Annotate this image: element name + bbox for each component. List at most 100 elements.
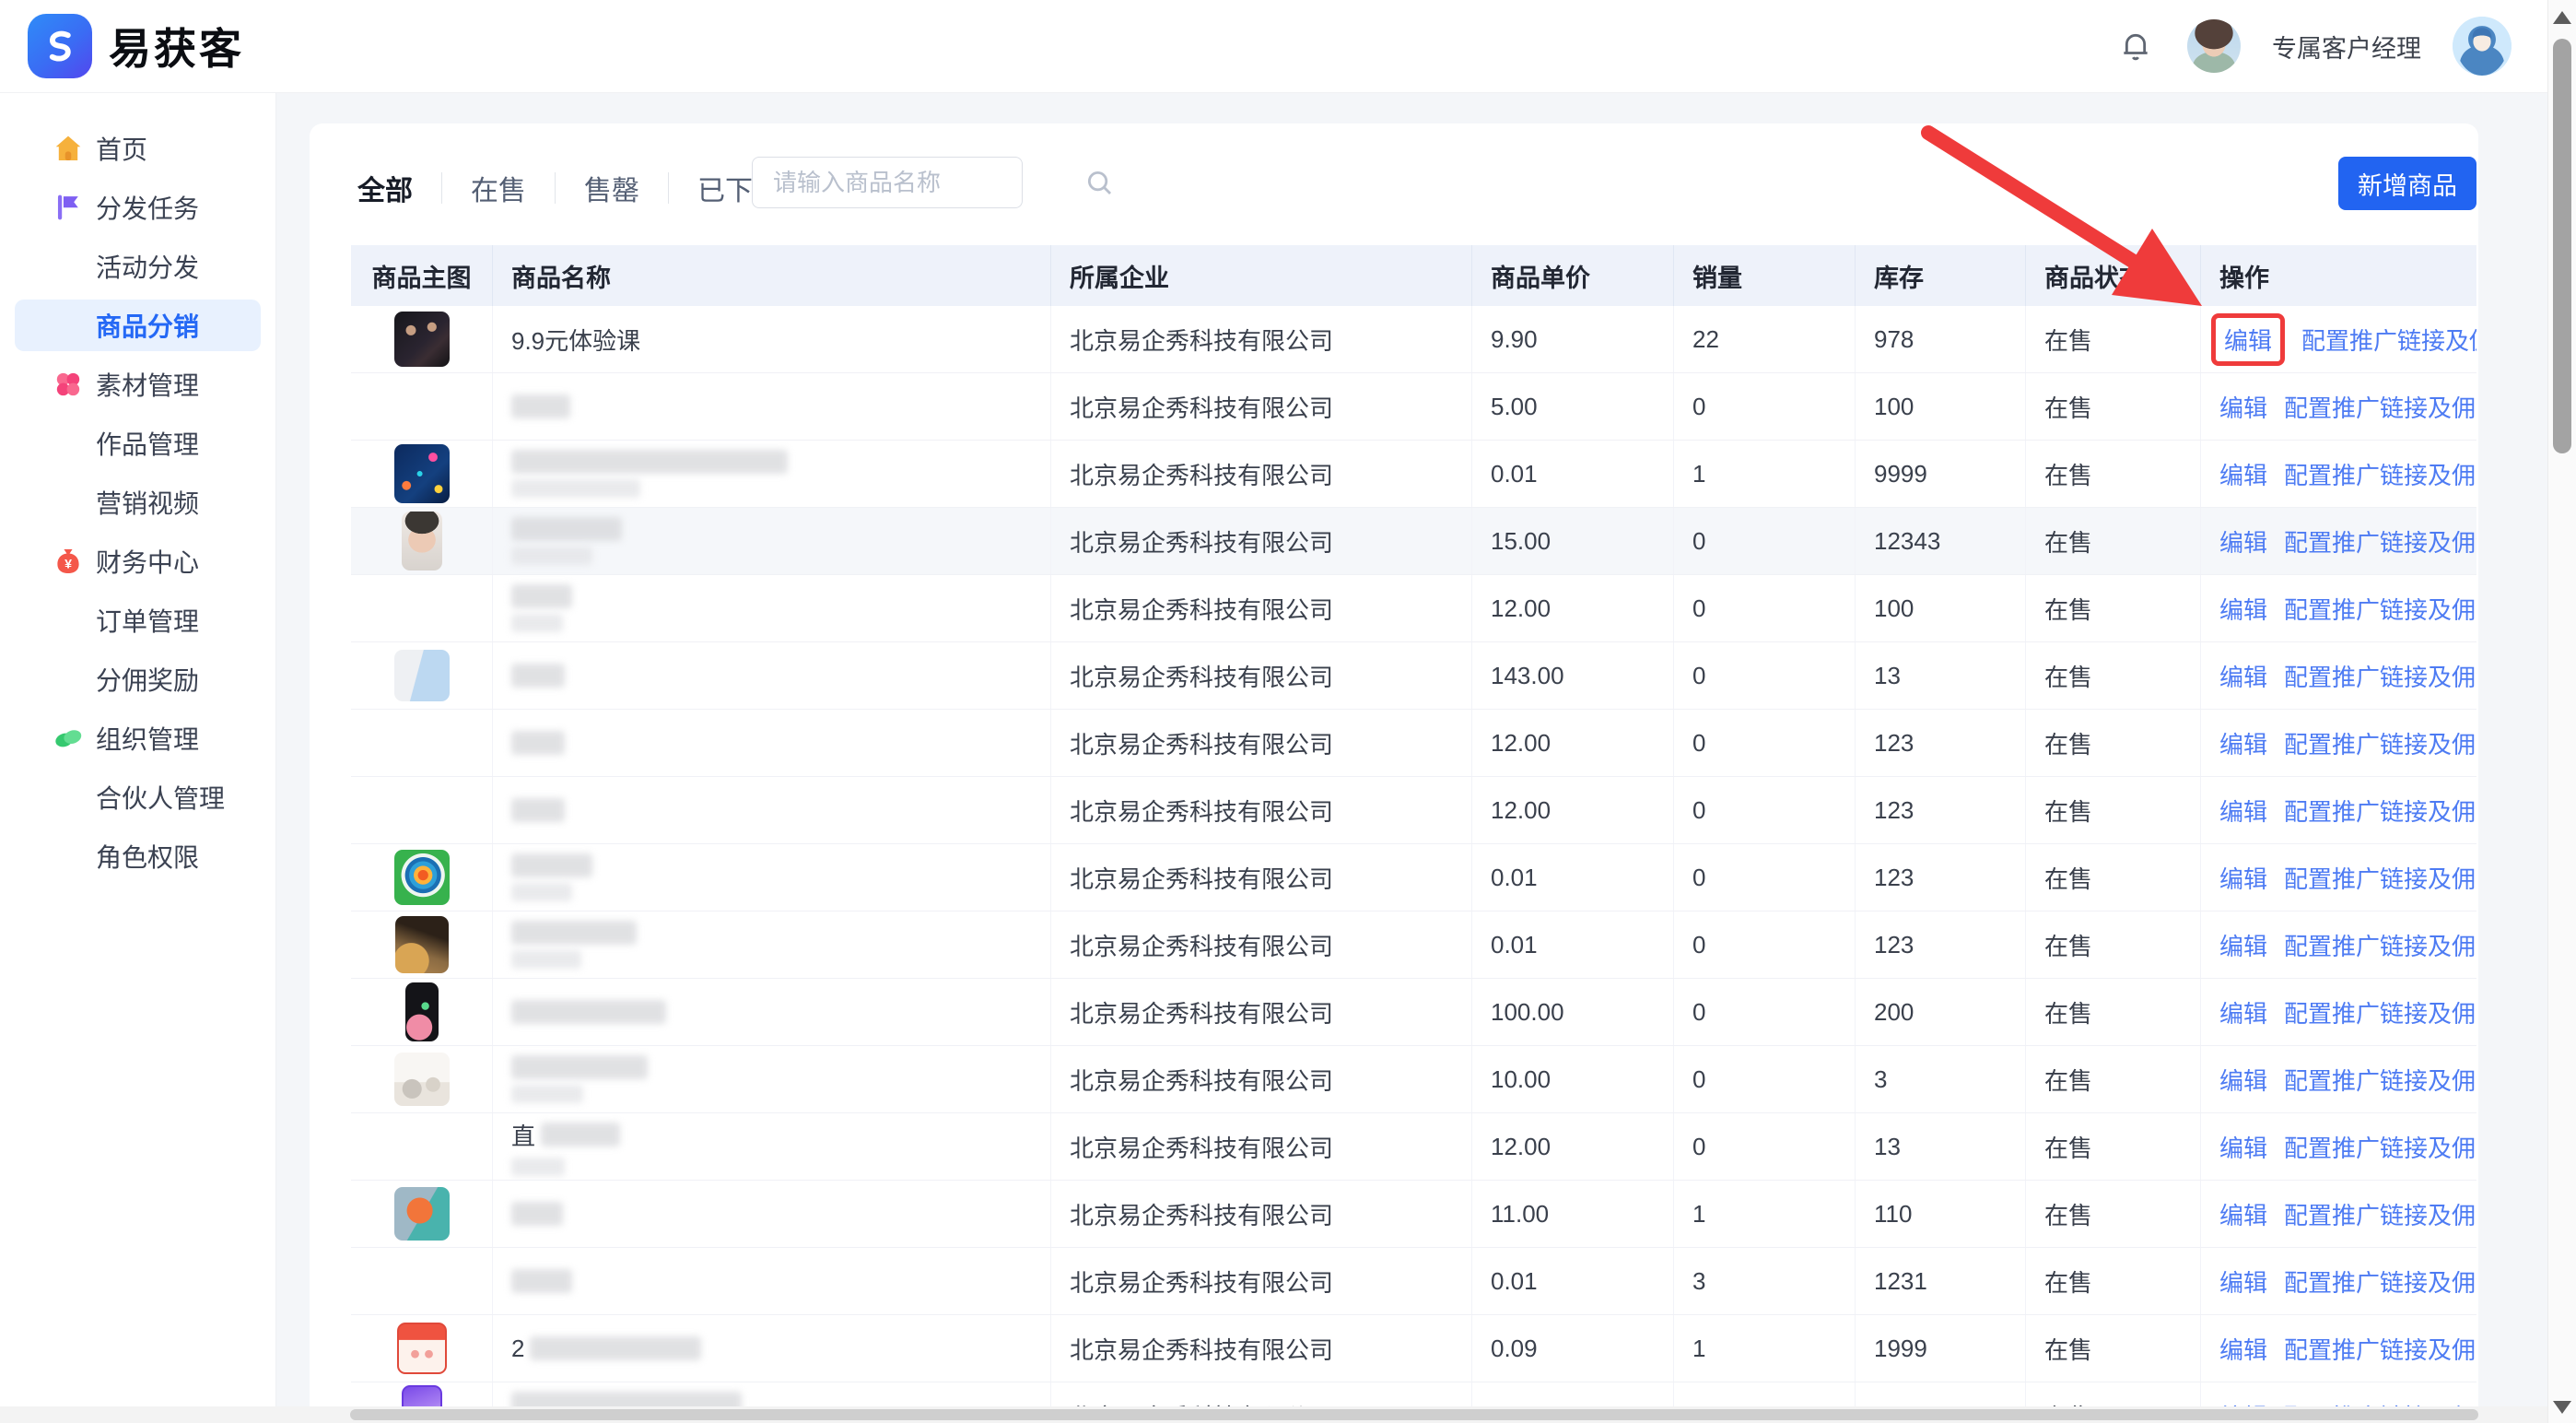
thumbnail-cell [351, 508, 493, 574]
edit-link[interactable]: 编辑 [2219, 1063, 2267, 1097]
configure-promotion-link[interactable]: 配置推广链接及佣金 [2301, 323, 2476, 357]
annotation-highlight-box: 编辑 [2211, 313, 2285, 366]
sidebar-item-role-permission[interactable]: 角色权限 [0, 827, 275, 886]
tab-all[interactable]: 全部 [357, 168, 413, 208]
tab-sold-out[interactable]: 售罄 [584, 168, 639, 208]
scroll-down-arrow-icon[interactable] [2553, 1401, 2571, 1414]
sidebar-item-marketing-video[interactable]: 营销视频 [0, 473, 275, 532]
company-cell: 北京易企秀科技有限公司 [1051, 1046, 1472, 1112]
sidebar-item-material-management[interactable]: 素材管理 [0, 355, 275, 414]
configure-promotion-link[interactable]: 配置推广链接及佣金 [2284, 1130, 2476, 1164]
configure-promotion-link[interactable]: 配置推广链接及佣金 [2284, 861, 2476, 895]
price-cell: 143.00 [1472, 642, 1674, 709]
notification-bell-icon[interactable] [2115, 26, 2156, 66]
product-name-cell [493, 1181, 1051, 1247]
thumbnail-cell [351, 1248, 493, 1314]
sidebar-item-home[interactable]: 首页 [0, 119, 275, 178]
home-icon [52, 132, 85, 165]
search-input[interactable] [771, 168, 1083, 198]
table-row: 9.9元体验课北京易企秀科技有限公司9.9022978在售编辑配置推广链接及佣金 [351, 306, 2476, 373]
edit-link[interactable]: 编辑 [2219, 1130, 2267, 1164]
configure-promotion-link[interactable]: 配置推广链接及佣金 [2284, 524, 2476, 559]
status-tabs: 全部在售售罄已下架 [357, 168, 780, 208]
redacted-text [511, 921, 637, 945]
sidebar-item-finance-center[interactable]: ¥财务中心 [0, 532, 275, 591]
scroll-up-arrow-icon[interactable] [2553, 11, 2571, 24]
edit-link[interactable]: 编辑 [2219, 1197, 2267, 1231]
horizontal-scrollbar-thumb[interactable] [350, 1409, 2478, 1420]
redacted-text [511, 1158, 565, 1176]
thumbnail-cell [351, 710, 493, 776]
sidebar-item-product-distribution[interactable]: 商品分销 [0, 296, 275, 355]
product-thumbnail [402, 512, 442, 570]
stock-cell: 100 [1856, 373, 2026, 440]
edit-link[interactable]: 编辑 [2219, 1332, 2267, 1366]
edit-link[interactable]: 编辑 [2219, 1264, 2267, 1299]
sidebar-item-label: 营销视频 [96, 484, 199, 521]
svg-text:¥: ¥ [64, 557, 72, 571]
sales-cell: 1 [1674, 1315, 1856, 1382]
edit-link[interactable]: 编辑 [2219, 928, 2267, 962]
tab-divider [441, 172, 442, 204]
edit-link[interactable]: 编辑 [2219, 995, 2267, 1029]
configure-promotion-link[interactable]: 配置推广链接及佣金 [2284, 995, 2476, 1029]
sidebar-item-works-management[interactable]: 作品管理 [0, 414, 275, 473]
sidebar-item-activity-distribution[interactable]: 活动分发 [0, 237, 275, 296]
company-cell: 北京易企秀科技有限公司 [1051, 1181, 1472, 1247]
sidebar-item-organization-management[interactable]: 组织管理 [0, 709, 275, 768]
edit-link[interactable]: 编辑 [2219, 592, 2267, 626]
table-row: 北京易企秀科技有限公司5.000100在售编辑配置推广链接及佣金 [351, 373, 2476, 441]
company-cell: 北京易企秀科技有限公司 [1051, 1248, 1472, 1314]
company-cell: 北京易企秀科技有限公司 [1051, 844, 1472, 911]
configure-promotion-link[interactable]: 配置推广链接及佣金 [2284, 1197, 2476, 1231]
sidebar-item-label: 角色权限 [96, 838, 199, 875]
edit-link[interactable]: 编辑 [2219, 457, 2267, 491]
company-cell: 北京易企秀科技有限公司 [1051, 508, 1472, 574]
product-name-cell [493, 373, 1051, 440]
configure-promotion-link[interactable]: 配置推广链接及佣金 [2284, 457, 2476, 491]
edit-link[interactable]: 编辑 [2219, 524, 2267, 559]
sidebar-item-label: 商品分销 [96, 307, 199, 344]
configure-promotion-link[interactable]: 配置推广链接及佣金 [2284, 390, 2476, 424]
configure-promotion-link[interactable]: 配置推广链接及佣金 [2284, 659, 2476, 693]
status-cell: 在售 [2026, 979, 2201, 1045]
status-cell: 在售 [2026, 306, 2201, 372]
configure-promotion-link[interactable]: 配置推广链接及佣金 [2284, 726, 2476, 760]
configure-promotion-link[interactable]: 配置推广链接及佣金 [2284, 794, 2476, 828]
actions-cell: 编辑配置推广链接及佣金 [2201, 979, 2476, 1045]
sidebar-item-distribution-task[interactable]: 分发任务 [0, 178, 275, 237]
edit-link[interactable]: 编辑 [2219, 861, 2267, 895]
edit-link[interactable]: 编辑 [2219, 726, 2267, 760]
redacted-text [511, 547, 592, 565]
vertical-scrollbar-thumb[interactable] [2553, 39, 2571, 453]
configure-promotion-link[interactable]: 配置推广链接及佣金 [2284, 1063, 2476, 1097]
table-row: 北京易企秀科技有限公司11.001110在售编辑配置推广链接及佣金 [351, 1181, 2476, 1248]
sidebar-item-order-management[interactable]: 订单管理 [0, 591, 275, 650]
sales-cell: 0 [1674, 844, 1856, 911]
edit-link[interactable]: 编辑 [2219, 659, 2267, 693]
manager-avatar[interactable] [2187, 19, 2241, 73]
product-thumbnail [394, 1053, 450, 1106]
configure-promotion-link[interactable]: 配置推广链接及佣金 [2284, 592, 2476, 626]
price-cell: 12.00 [1472, 575, 1674, 641]
app-logo[interactable]: 易获客 [28, 14, 244, 78]
configure-promotion-link[interactable]: 配置推广链接及佣金 [2284, 1264, 2476, 1299]
sidebar-item-partner-management[interactable]: 合伙人管理 [0, 768, 275, 827]
tab-on-sale[interactable]: 在售 [471, 168, 526, 208]
status-cell: 在售 [2026, 373, 2201, 440]
user-avatar[interactable] [2453, 17, 2512, 76]
configure-promotion-link[interactable]: 配置推广链接及佣金 [2284, 1332, 2476, 1366]
product-thumbnail [405, 982, 439, 1041]
edit-link[interactable]: 编辑 [2219, 390, 2267, 424]
product-thumbnail [397, 1323, 447, 1374]
sidebar-item-commission-reward[interactable]: 分佣奖励 [0, 650, 275, 709]
edit-link[interactable]: 编辑 [2224, 323, 2272, 357]
configure-promotion-link[interactable]: 配置推广链接及佣金 [2284, 928, 2476, 962]
table-row: 北京易企秀科技有限公司15.00012343在售编辑配置推广链接及佣金 [351, 508, 2476, 575]
edit-link[interactable]: 编辑 [2219, 794, 2267, 828]
sidebar: 首页分发任务活动分发商品分销素材管理作品管理营销视频 ¥财务中心订单管理分佣奖励组… [0, 93, 276, 1423]
add-product-button[interactable]: 新增商品 [2338, 157, 2476, 210]
stock-cell: 110 [1856, 1181, 2026, 1247]
product-name-cell [493, 441, 1051, 507]
search-icon[interactable] [1083, 167, 1115, 198]
